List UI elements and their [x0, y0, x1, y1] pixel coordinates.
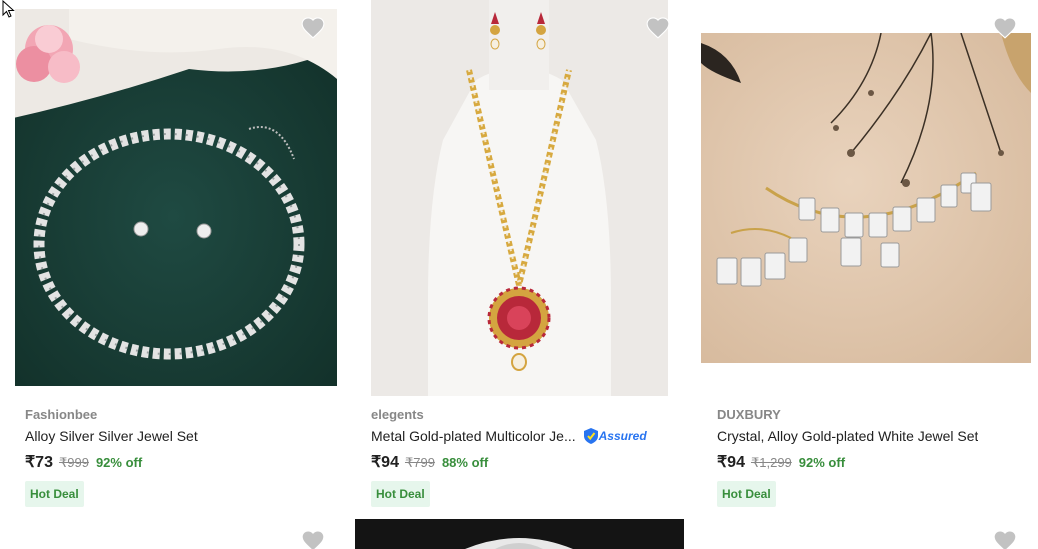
- product-brand: DUXBURY: [717, 407, 781, 422]
- price-row: ₹94 ₹799 88% off: [371, 453, 681, 473]
- product-image[interactable]: [371, 0, 668, 396]
- product-image[interactable]: [701, 33, 1031, 363]
- heart-icon[interactable]: [992, 528, 1018, 549]
- product-brand: Fashionbee: [25, 407, 98, 422]
- discount-label: 88% off: [441, 455, 489, 470]
- product-card[interactable]: elegents Metal Gold-plated Multicolor Je…: [346, 0, 692, 549]
- discount-label: 92% off: [95, 455, 143, 470]
- selling-price: ₹94: [717, 454, 745, 471]
- assured-label: Assured: [598, 429, 647, 443]
- flipkart-assured-icon: [583, 428, 598, 444]
- heart-icon[interactable]: [300, 528, 326, 549]
- product-card[interactable]: DUXBURY Crystal, Alloy Gold-plated White…: [692, 0, 1038, 549]
- product-card[interactable]: Fashionbee Alloy Silver Silver Jewel Set…: [0, 0, 346, 549]
- price-row: ₹94 ₹1,299 92% off: [717, 453, 1027, 473]
- product-title[interactable]: Metal Gold-plated Multicolor Je... Assur…: [371, 427, 681, 445]
- heart-icon[interactable]: [992, 15, 1018, 39]
- product-title-text[interactable]: Metal Gold-plated Multicolor Je...: [371, 427, 576, 445]
- product-title[interactable]: Alloy Silver Silver Jewel Set: [25, 427, 335, 445]
- product-image[interactable]: [355, 519, 684, 549]
- original-price: ₹1,299: [750, 455, 792, 470]
- product-info: DUXBURY Crystal, Alloy Gold-plated White…: [717, 407, 1027, 507]
- heart-icon[interactable]: [645, 15, 671, 39]
- price-row: ₹73 ₹999 92% off: [25, 453, 335, 473]
- product-title-text[interactable]: Alloy Silver Silver Jewel Set: [25, 427, 198, 445]
- original-price: ₹799: [404, 455, 435, 470]
- hot-deal-badge: Hot Deal: [371, 481, 430, 507]
- product-info: elegents Metal Gold-plated Multicolor Je…: [371, 407, 681, 507]
- assured-badge: Assured: [583, 427, 647, 445]
- product-title-text[interactable]: Crystal, Alloy Gold-plated White Jewel S…: [717, 427, 978, 445]
- original-price: ₹999: [58, 455, 89, 470]
- product-info: Fashionbee Alloy Silver Silver Jewel Set…: [25, 407, 335, 507]
- product-grid: Fashionbee Alloy Silver Silver Jewel Set…: [0, 0, 1038, 549]
- heart-icon[interactable]: [300, 15, 326, 39]
- product-image[interactable]: [9, 9, 337, 386]
- hot-deal-badge: Hot Deal: [25, 481, 84, 507]
- selling-price: ₹94: [371, 454, 399, 471]
- discount-label: 92% off: [798, 455, 846, 470]
- mouse-pointer-icon: [2, 0, 15, 18]
- product-title[interactable]: Crystal, Alloy Gold-plated White Jewel S…: [717, 427, 1027, 445]
- product-brand: elegents: [371, 407, 424, 422]
- hot-deal-badge: Hot Deal: [717, 481, 776, 507]
- selling-price: ₹73: [25, 454, 53, 471]
